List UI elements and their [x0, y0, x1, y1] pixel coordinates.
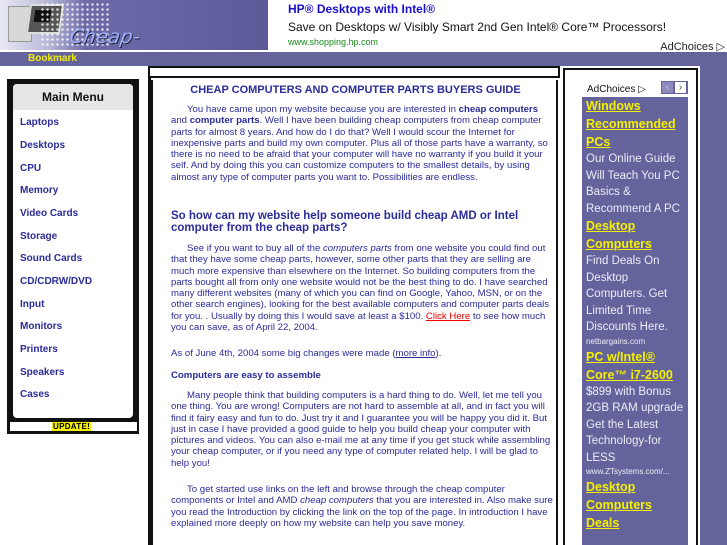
content-top-strip: [148, 66, 560, 78]
site-logo[interactable]: Cheap-Computers.net: [0, 0, 268, 50]
menu-item-cd-cdrw-dvd[interactable]: CD/CDRW/DVD: [20, 276, 92, 287]
menu-item-storage[interactable]: Storage: [20, 231, 57, 242]
ad-text: Find Deals On Desktop Computers. Get Lim…: [586, 255, 668, 333]
main-menu-title: Main Menu: [13, 84, 133, 110]
ad-url[interactable]: netbargains.com: [582, 336, 688, 348]
ad-text: $899 with Bonus 2GB RAM upgrade Get the …: [586, 385, 684, 464]
section-heading: So how can my website help someone build…: [171, 210, 519, 234]
keyword: cheap computers: [458, 104, 539, 115]
ad-title[interactable]: Windows Recommended PCs: [582, 97, 688, 151]
text: and: [171, 115, 190, 127]
emphasis: computers parts: [323, 243, 392, 254]
sidebar-adchoices-link[interactable]: AdChoices ▷: [587, 84, 646, 95]
menu-item-input[interactable]: Input: [20, 299, 44, 310]
assemble-paragraph: Many people think that building computer…: [171, 390, 551, 469]
changes-paragraph: As of June 4th, 2004 some big changes we…: [171, 348, 553, 359]
menu-item-cpu[interactable]: CPU: [20, 163, 41, 174]
menu-item-memory[interactable]: Memory: [20, 185, 58, 196]
page-title: CHEAP COMPUTERS AND COMPUTER PARTS BUYER…: [190, 84, 521, 96]
text: See if you want to buy all of the: [187, 243, 323, 254]
menu-item-desktops[interactable]: Desktops: [20, 140, 65, 151]
ad-title[interactable]: PC w/Intel® Core™ i7-2600: [582, 348, 688, 384]
keyword: computer parts: [189, 115, 260, 127]
menu-item-laptops[interactable]: Laptops: [20, 117, 59, 128]
get-started-paragraph: To get started use links on the left and…: [171, 484, 553, 529]
main-content: CHEAP COMPUTERS AND COMPUTER PARTS BUYER…: [151, 80, 558, 545]
text: As of June 4th, 2004 some big changes we…: [171, 348, 396, 359]
click-here-link[interactable]: Click Here: [426, 311, 470, 322]
right-margin-decoration: [700, 52, 727, 545]
intro-paragraph: You have came upon my website because yo…: [171, 104, 553, 183]
subsection-heading: Computers are easy to assemble: [171, 370, 321, 381]
more-info-link[interactable]: more info: [396, 348, 436, 359]
page-header: Cheap-Computers.net HP® Desktops with In…: [0, 0, 727, 53]
menu-item-video-cards[interactable]: Video Cards: [20, 208, 78, 219]
top-ad-title[interactable]: HP® Desktops with Intel®: [288, 2, 727, 16]
sidebar-ads: Windows Recommended PCs Our Online Guide…: [582, 97, 688, 545]
menu-item-speakers[interactable]: Speakers: [20, 367, 64, 378]
logo-text: Cheap-Computers.net: [64, 26, 216, 50]
menu-item-monitors[interactable]: Monitors: [20, 321, 62, 332]
ad-title[interactable]: Desktop Computers: [582, 217, 688, 253]
text: You have came upon my website because yo…: [187, 104, 459, 115]
update-badge[interactable]: UPDATE!: [52, 422, 92, 431]
menu-item-cases[interactable]: Cases: [20, 389, 49, 400]
ad-title[interactable]: Desktop Computers Deals: [582, 478, 688, 532]
text: ).: [435, 348, 442, 359]
how-paragraph: See if you want to buy all of the comput…: [171, 243, 553, 333]
chevron-right-icon[interactable]: ›: [675, 82, 686, 93]
chevron-left-icon[interactable]: ‹: [662, 82, 673, 93]
nav-bar: [0, 52, 727, 66]
menu-item-sound-cards[interactable]: Sound Cards: [20, 253, 82, 264]
emphasis: cheap computers: [300, 495, 374, 507]
ad-text: Our Online Guide Will Teach You PC Basic…: [586, 153, 680, 215]
menu-item-printers[interactable]: Printers: [20, 344, 58, 355]
top-ad-description: Save on Desktops w/ Visibly Smart 2nd Ge…: [288, 20, 667, 34]
ad-url[interactable]: www.ZTsystems.com/...: [582, 466, 688, 478]
bookmark-link[interactable]: Bookmark: [28, 53, 77, 64]
